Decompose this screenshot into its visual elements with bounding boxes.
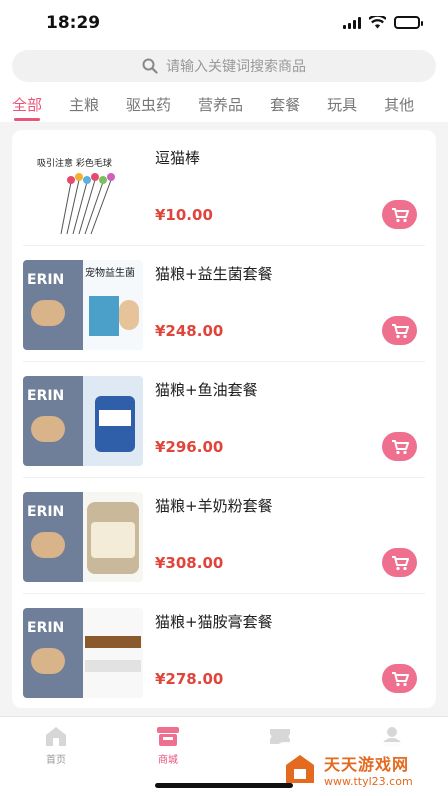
product-price: ¥308.00	[155, 554, 224, 572]
thumb-brand: ERIN	[27, 388, 65, 404]
product-item[interactable]: ERIN 猫粮+鱼油套餐 ¥296.00	[12, 362, 436, 478]
battery-icon	[394, 16, 423, 29]
tab-other[interactable]: 其他	[384, 88, 414, 122]
tabbar-shop[interactable]: 商城	[138, 725, 198, 766]
status-time: 18:29	[46, 13, 101, 33]
product-item[interactable]: ERIN 猫粮+猫胺膏套餐 ¥278.00	[12, 594, 436, 708]
cart-icon	[391, 439, 409, 454]
home-icon	[46, 727, 66, 746]
product-name: 猫粮+鱼油套餐	[155, 381, 258, 399]
tab-bundles[interactable]: 套餐	[270, 88, 300, 122]
product-image: 吸引注意 彩色毛球	[23, 144, 143, 234]
product-price: ¥296.00	[155, 438, 224, 456]
status-icons	[343, 16, 423, 29]
header: 请输入关键词搜索商品 全部 主粮 驱虫药 营养品 套餐 玩具 其他	[0, 46, 448, 122]
cart-icon	[391, 555, 409, 570]
teaser-wand-icon	[60, 173, 115, 234]
thumb-caption: 宠物益生菌	[85, 268, 135, 279]
app-screen: 18:29 请输入关键词搜索商品 全部 主粮 驱虫药 营养品 套餐 玩具 其他 …	[0, 0, 448, 796]
add-to-cart-button[interactable]	[382, 664, 417, 693]
watermark: 天天游戏网 www.ttyl23.com	[276, 742, 448, 796]
watermark-logo-icon	[286, 755, 314, 783]
cart-icon	[391, 207, 409, 222]
product-item[interactable]: 吸引注意 彩色毛球 逗猫棒 ¥10.00	[12, 130, 436, 246]
cart-icon	[391, 323, 409, 338]
tab-all[interactable]: 全部	[12, 88, 42, 122]
thumb-brand: ERIN	[27, 620, 65, 636]
tab-dewormer[interactable]: 驱虫药	[126, 88, 171, 122]
add-to-cart-button[interactable]	[382, 200, 417, 229]
category-tabs: 全部 主粮 驱虫药 营养品 套餐 玩具 其他	[0, 88, 448, 122]
add-to-cart-button[interactable]	[382, 432, 417, 461]
tab-toys[interactable]: 玩具	[327, 88, 357, 122]
watermark-url: www.ttyl23.com	[324, 774, 413, 788]
tabbar-home[interactable]: 首页	[26, 725, 86, 766]
search-bar[interactable]: 请输入关键词搜索商品	[12, 50, 436, 82]
thumb-brand: ERIN	[27, 272, 65, 288]
search-placeholder: 请输入关键词搜索商品	[166, 59, 306, 75]
cart-icon	[391, 671, 409, 686]
product-name: 猫粮+猫胺膏套餐	[155, 613, 273, 631]
watermark-title: 天天游戏网	[324, 754, 410, 774]
product-price: ¥278.00	[155, 670, 224, 688]
product-price: ¥248.00	[155, 322, 224, 340]
home-indicator	[155, 783, 293, 788]
status-bar: 18:29	[0, 0, 448, 46]
tabbar-label: 首页	[46, 755, 66, 766]
tabbar-label: 商城	[158, 755, 178, 766]
signal-icon	[343, 16, 361, 29]
product-image: ERIN	[23, 376, 143, 466]
tab-nutrition[interactable]: 营养品	[198, 88, 243, 122]
add-to-cart-button[interactable]	[382, 548, 417, 577]
product-image: ERIN	[23, 492, 143, 582]
product-item[interactable]: ERIN 猫粮+羊奶粉套餐 ¥308.00	[12, 478, 436, 594]
wifi-icon	[369, 16, 386, 29]
search-icon	[142, 58, 158, 74]
product-name: 猫粮+益生菌套餐	[155, 265, 273, 283]
product-name: 逗猫棒	[155, 149, 201, 167]
thumb-brand: ERIN	[27, 504, 65, 520]
product-name: 猫粮+羊奶粉套餐	[155, 497, 273, 515]
product-list: 吸引注意 彩色毛球 逗猫棒 ¥10.00 ERIN 宠物益生菌 猫粮+益生菌套餐…	[12, 130, 436, 708]
product-item[interactable]: ERIN 宠物益生菌 猫粮+益生菌套餐 ¥248.00	[12, 246, 436, 362]
product-price: ¥10.00	[155, 206, 213, 224]
add-to-cart-button[interactable]	[382, 316, 417, 345]
tab-staple-food[interactable]: 主粮	[69, 88, 99, 122]
product-image: ERIN 宠物益生菌	[23, 260, 143, 350]
product-image: ERIN	[23, 608, 143, 698]
shop-icon	[157, 727, 179, 746]
